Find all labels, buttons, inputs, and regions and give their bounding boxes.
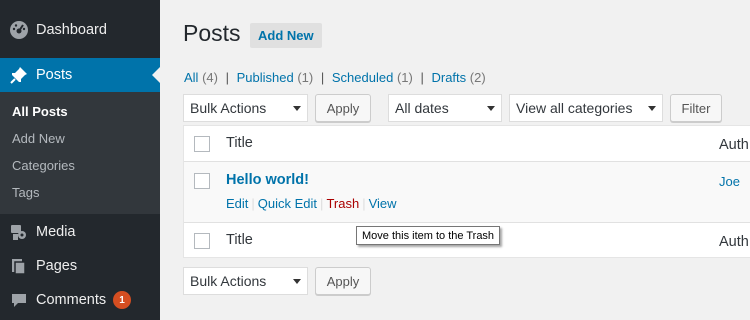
column-author-footer: Auth xyxy=(719,234,749,250)
add-new-button[interactable]: Add New xyxy=(250,23,322,48)
column-author-header: Auth xyxy=(719,137,749,153)
filter-published[interactable]: Published xyxy=(237,70,294,85)
dashboard-icon xyxy=(9,20,29,40)
action-separator: | xyxy=(251,196,255,211)
quick-edit-link[interactable]: Quick Edit xyxy=(258,196,317,211)
filter-separator: | xyxy=(225,70,229,85)
chevron-down-icon xyxy=(648,106,656,111)
admin-sidebar: Dashboard Posts All Posts Add New Catego… xyxy=(0,0,160,320)
row-checkbox[interactable] xyxy=(194,173,210,189)
filter-scheduled-count: (1) xyxy=(396,70,413,85)
author-link[interactable]: Joe xyxy=(719,174,740,189)
filter-published-count: (1) xyxy=(297,70,314,85)
menu-pages[interactable]: Pages xyxy=(0,252,160,280)
menu-dashboard-label: Dashboard xyxy=(36,22,107,38)
action-separator: | xyxy=(362,196,366,211)
apply-button-top[interactable]: Apply xyxy=(315,94,371,122)
submenu-categories[interactable]: Categories xyxy=(12,158,75,173)
apply-button-bottom[interactable]: Apply xyxy=(315,267,371,295)
menu-posts-label: Posts xyxy=(36,67,73,83)
category-filter-value: View all categories xyxy=(516,100,633,116)
chevron-down-icon xyxy=(293,106,301,111)
edit-link[interactable]: Edit xyxy=(226,196,248,211)
filter-drafts-count: (2) xyxy=(469,70,486,85)
date-filter-select[interactable]: All dates xyxy=(388,94,502,122)
comments-count-badge: 1 xyxy=(113,291,131,309)
pages-icon xyxy=(9,256,29,276)
pin-icon xyxy=(9,65,29,85)
filter-separator: | xyxy=(320,70,325,85)
menu-media[interactable]: Media xyxy=(0,218,160,246)
posts-submenu: All Posts Add New Categories Tags xyxy=(0,92,160,214)
filter-button[interactable]: Filter xyxy=(670,94,722,122)
comments-icon xyxy=(9,290,29,310)
table-row: Hello world! Edit | Quick Edit | Trash | View … xyxy=(184,162,750,222)
select-all-checkbox-bottom[interactable] xyxy=(194,233,210,249)
filter-all-count: (4) xyxy=(202,70,218,85)
bulk-actions-value: Bulk Actions xyxy=(190,273,267,289)
row-actions: Edit | Quick Edit | Trash | View xyxy=(226,196,397,211)
action-separator: | xyxy=(320,196,324,211)
menu-pages-label: Pages xyxy=(36,258,78,274)
filter-scheduled[interactable]: Scheduled xyxy=(332,70,393,85)
menu-media-label: Media xyxy=(36,224,76,240)
category-filter-select[interactable]: View all categories xyxy=(509,94,663,122)
current-menu-arrow xyxy=(152,67,160,83)
media-icon xyxy=(9,222,29,242)
menu-dashboard[interactable]: Dashboard xyxy=(0,10,160,50)
menu-comments-label: Comments xyxy=(36,292,107,308)
column-title-header[interactable]: Title xyxy=(226,135,253,151)
trash-tooltip: Move this item to the Trash xyxy=(356,226,501,245)
select-all-checkbox[interactable] xyxy=(194,136,210,152)
page-title: Posts xyxy=(183,20,241,46)
submenu-all-posts[interactable]: All Posts xyxy=(12,104,68,119)
view-link[interactable]: View xyxy=(369,196,397,211)
bulk-actions-select-top[interactable]: Bulk Actions xyxy=(183,94,308,122)
column-title-footer[interactable]: Title xyxy=(226,232,253,248)
menu-comments[interactable]: Comments 1 xyxy=(0,286,160,314)
status-filters: All (4) | Published (1) | Scheduled (1) … xyxy=(184,70,486,85)
date-filter-value: All dates xyxy=(395,100,449,116)
filter-all[interactable]: All xyxy=(184,70,198,85)
chevron-down-icon xyxy=(293,279,301,284)
filter-drafts[interactable]: Drafts xyxy=(431,70,466,85)
post-title-link[interactable]: Hello world! xyxy=(226,172,309,188)
chevron-down-icon xyxy=(487,106,495,111)
trash-link[interactable]: Trash xyxy=(326,196,359,211)
bulk-actions-value: Bulk Actions xyxy=(190,100,267,116)
menu-posts[interactable]: Posts xyxy=(0,58,160,92)
bulk-actions-select-bottom[interactable]: Bulk Actions xyxy=(183,267,308,295)
filter-separator: | xyxy=(420,70,424,85)
table-header-row: Title Auth xyxy=(184,126,750,162)
submenu-tags[interactable]: Tags xyxy=(12,185,39,200)
submenu-add-new[interactable]: Add New xyxy=(12,131,65,146)
